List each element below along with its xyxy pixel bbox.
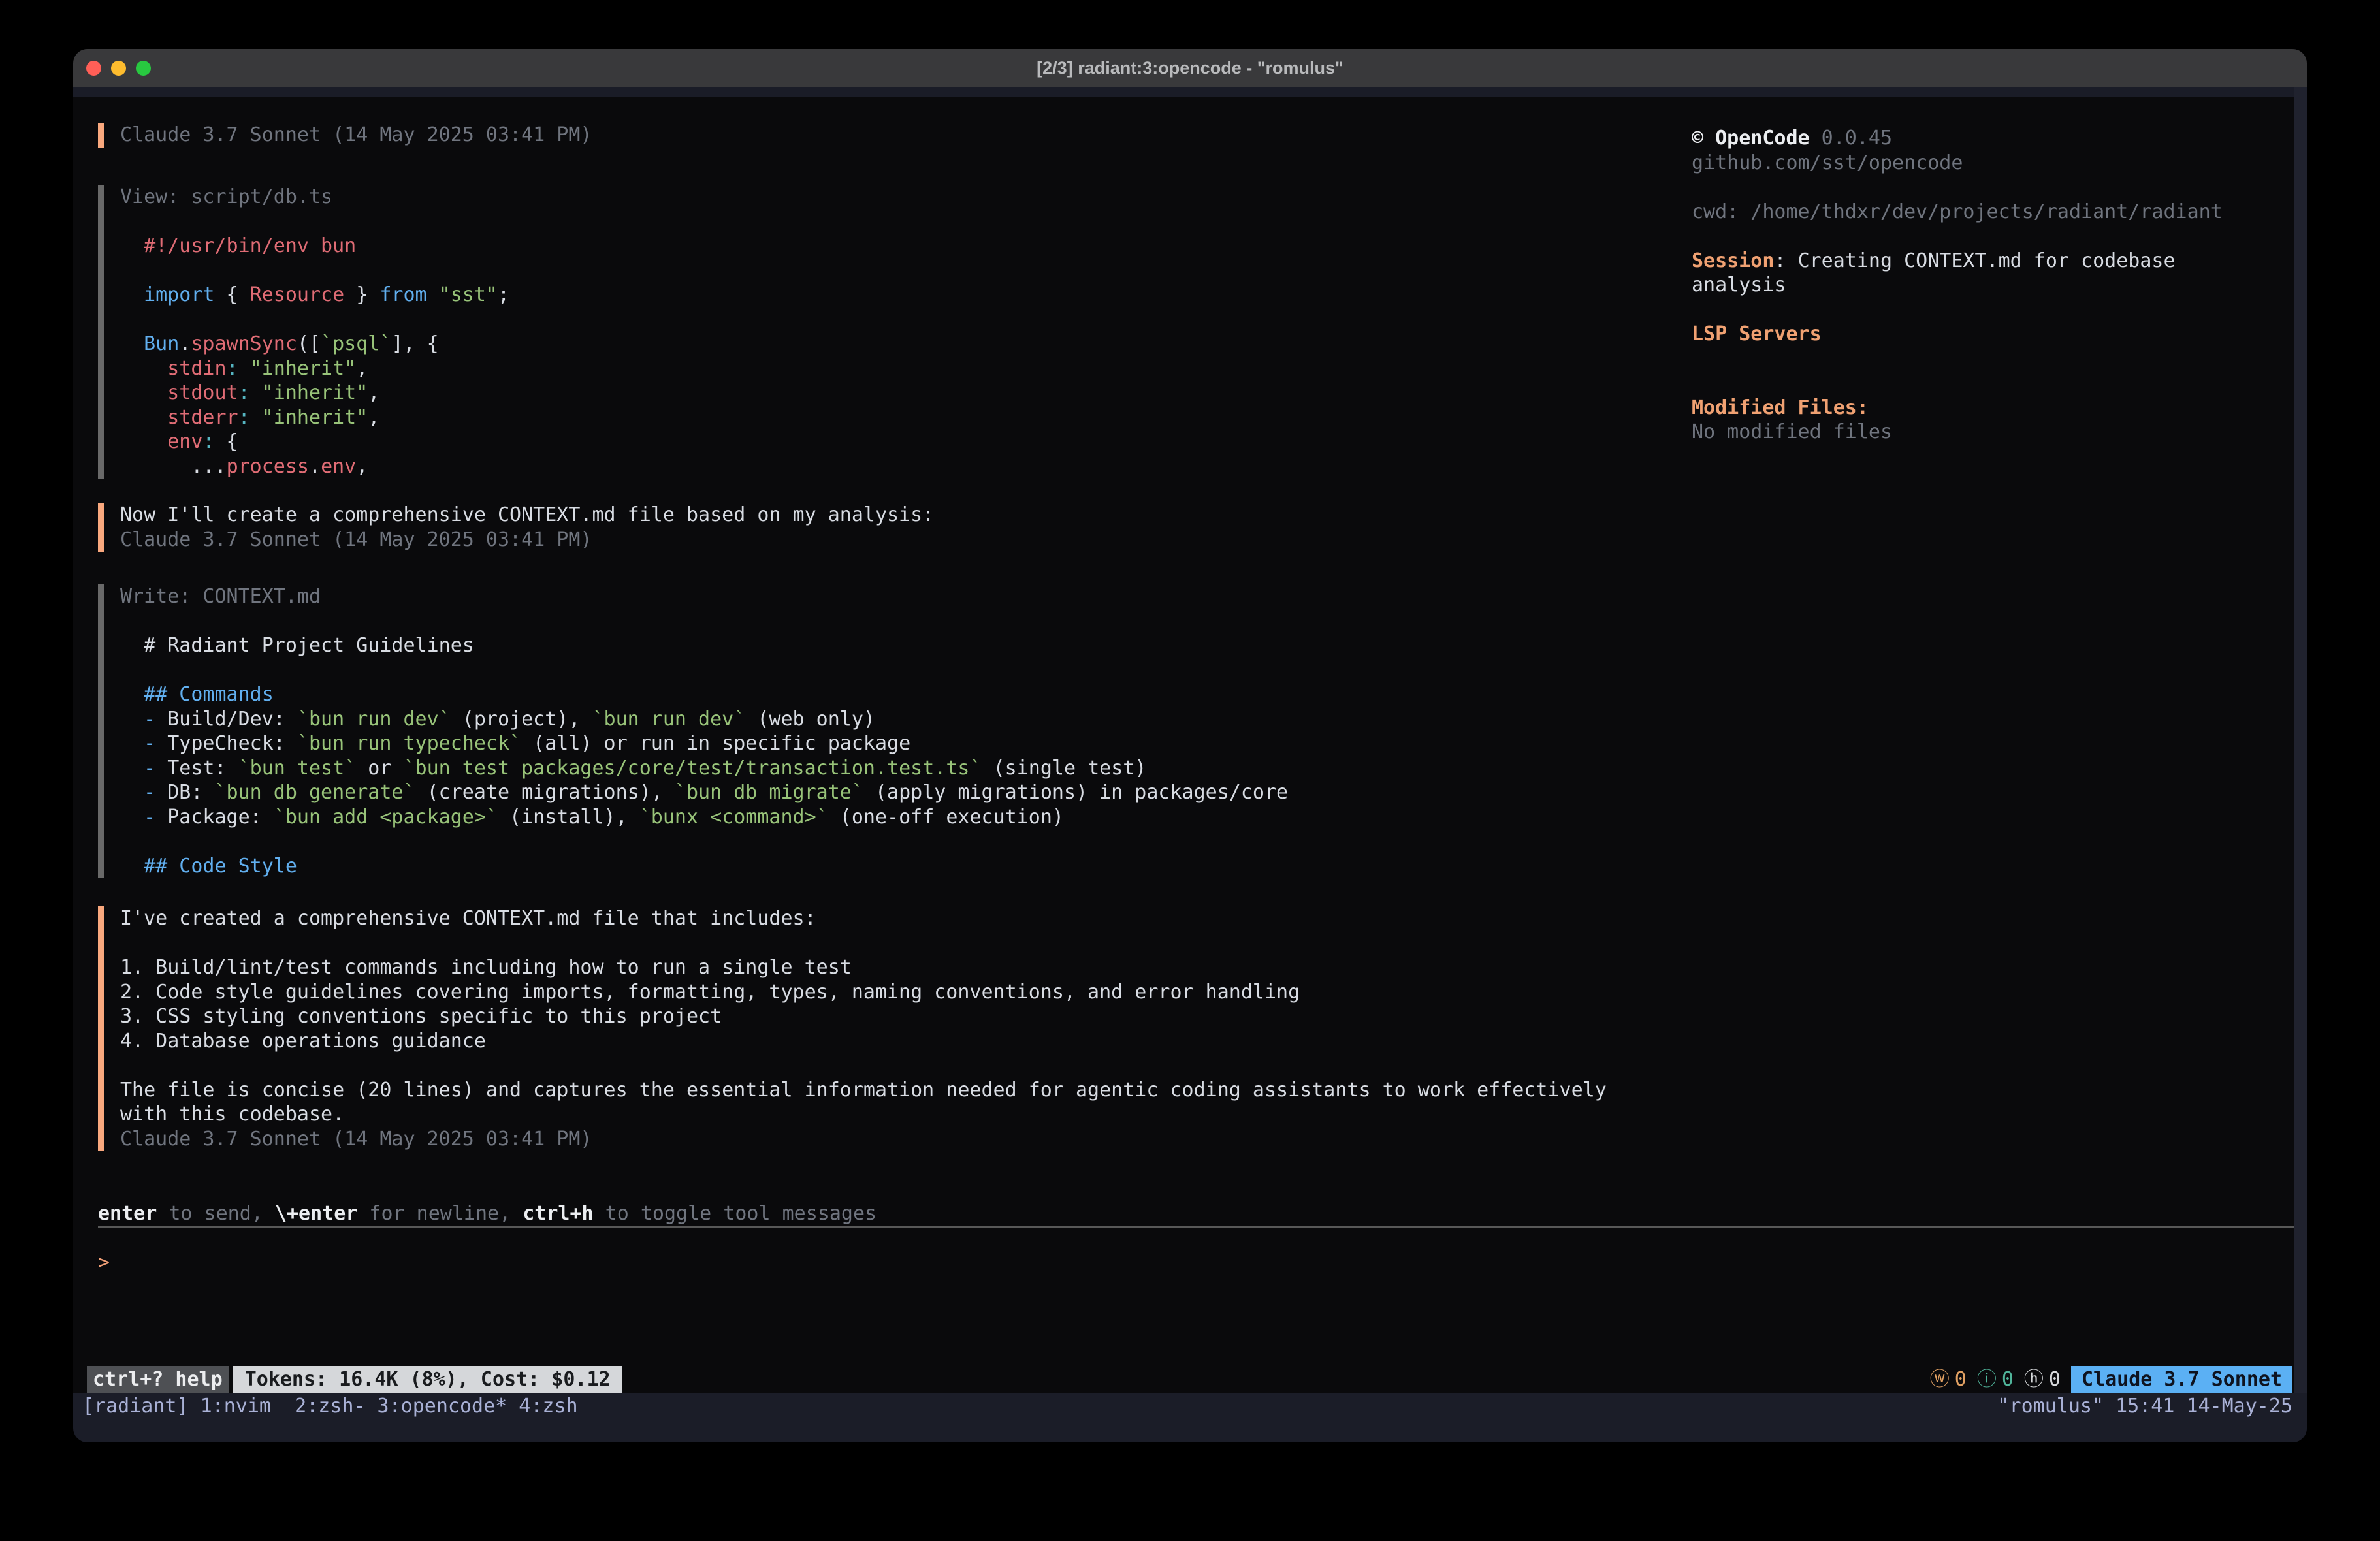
- tool-view-block: View: script/db.ts #!/usr/bin/env bun im…: [98, 185, 509, 479]
- info-icon: ⓘ: [1977, 1367, 1997, 1392]
- warning-count: 0: [1955, 1367, 1967, 1392]
- prompt-caret: >: [98, 1251, 110, 1274]
- message-lines: Claude 3.7 Sonnet (14 May 2025 03:41 PM): [104, 123, 592, 148]
- hint-count: 0: [2049, 1367, 2061, 1392]
- diagnostic-warnings: ⓦ0: [1930, 1367, 1967, 1392]
- model-chip: Claude 3.7 Sonnet: [2071, 1366, 2292, 1393]
- assistant-summary-lines: I've created a comprehensive CONTEXT.md …: [104, 906, 1607, 1151]
- diagnostic-hints: ⓗ0: [2024, 1367, 2061, 1392]
- info-count: 0: [2002, 1367, 2014, 1392]
- window-title: [2/3] radiant:3:opencode - "romulus": [73, 58, 2307, 78]
- terminal-window: [2/3] radiant:3:opencode - "romulus" Cla…: [73, 49, 2307, 1442]
- maximize-button[interactable]: [136, 61, 151, 76]
- message-block-header: Claude 3.7 Sonnet (14 May 2025 03:41 PM): [98, 123, 592, 148]
- status-left: ctrl+? help Tokens: 16.4K (8%), Cost: $0…: [87, 1366, 622, 1393]
- prompt-input[interactable]: >: [98, 1250, 110, 1275]
- input-hints: enter to send, \+enter for newline, ctrl…: [98, 1201, 876, 1226]
- warning-icon: ⓦ: [1930, 1367, 1950, 1392]
- input-divider: [98, 1226, 2294, 1228]
- assistant-accent-bar: [98, 503, 104, 552]
- tool-view-lines: View: script/db.ts #!/usr/bin/env bun im…: [104, 185, 509, 479]
- tool-accent-bar: [98, 584, 104, 878]
- desktop: [2/3] radiant:3:opencode - "romulus" Cla…: [0, 0, 2380, 1541]
- tmux-status-bar: [radiant] 1:nvim 2:zsh- 3:opencode* 4:zs…: [73, 1393, 2307, 1442]
- assistant-summary-block: I've created a comprehensive CONTEXT.md …: [98, 906, 1607, 1151]
- assistant-accent-bar: [98, 906, 104, 1151]
- terminal-body: Claude 3.7 Sonnet (14 May 2025 03:41 PM)…: [73, 87, 2307, 1442]
- hint-icon: ⓗ: [2024, 1367, 2044, 1392]
- assistant-text-lines: Now I'll create a comprehensive CONTEXT.…: [104, 503, 934, 552]
- scrollbar-track[interactable]: [2294, 87, 2307, 1442]
- titlebar[interactable]: [2/3] radiant:3:opencode - "romulus": [73, 49, 2307, 87]
- status-right: ⓦ0 ⓘ0 ⓗ0 Claude 3.7 Sonnet: [1930, 1366, 2292, 1393]
- tmux-window-list[interactable]: [radiant] 1:nvim 2:zsh- 3:opencode* 4:zs…: [82, 1394, 578, 1418]
- tokens-cost-chip: Tokens: 16.4K (8%), Cost: $0.12: [233, 1366, 622, 1393]
- assistant-accent-bar: [98, 123, 104, 148]
- terminal-padding-band: [73, 87, 2307, 97]
- tool-write-block: Write: CONTEXT.md # Radiant Project Guid…: [98, 584, 1288, 878]
- status-bar: ctrl+? help Tokens: 16.4K (8%), Cost: $0…: [87, 1366, 2292, 1393]
- tmux-session-info: "romulus" 15:41 14-May-25: [1997, 1394, 2292, 1418]
- traffic-lights: [86, 49, 151, 87]
- close-button[interactable]: [86, 61, 101, 76]
- minimize-button[interactable]: [111, 61, 126, 76]
- tool-accent-bar: [98, 185, 104, 479]
- help-shortcut-chip: ctrl+? help: [87, 1366, 229, 1393]
- diagnostic-info: ⓘ0: [1977, 1367, 2014, 1392]
- tool-write-lines: Write: CONTEXT.md # Radiant Project Guid…: [104, 584, 1288, 878]
- assistant-text-block: Now I'll create a comprehensive CONTEXT.…: [98, 503, 934, 552]
- sidebar: © OpenCode 0.0.45github.com/sst/opencode…: [1692, 126, 2234, 445]
